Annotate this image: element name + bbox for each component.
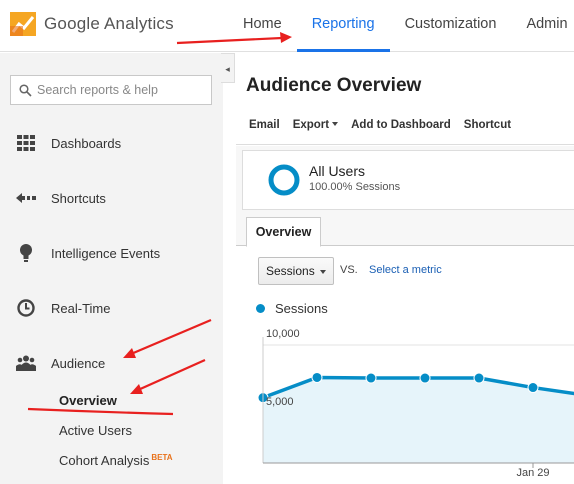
- sidebar-item-shortcuts[interactable]: Shortcuts: [0, 183, 223, 213]
- y-tick-label: 10,000: [266, 328, 300, 340]
- sidebar-subitem-active-users[interactable]: Active Users: [59, 423, 132, 438]
- export-button[interactable]: Export: [292, 118, 339, 131]
- chevron-down-icon: [320, 270, 326, 274]
- clock-icon: [16, 298, 36, 318]
- segment-name: All Users: [309, 163, 366, 179]
- sidebar-item-real-time[interactable]: Real-Time: [0, 293, 223, 323]
- sidebar-item-intelligence-events[interactable]: Intelligence Events: [0, 238, 223, 268]
- brand-name: Google Analytics: [44, 14, 174, 33]
- sidebar-item-label: Dashboards: [51, 135, 122, 151]
- legend-dot: [256, 304, 265, 313]
- nav-admin[interactable]: Admin: [511, 0, 574, 52]
- nav-home[interactable]: Home: [228, 0, 297, 52]
- series-area-sessions: [263, 377, 574, 463]
- top-bar: Google Analytics Home Reporting Customiz…: [0, 0, 574, 52]
- sidebar-item-dashboards[interactable]: Dashboards: [0, 128, 223, 158]
- data-point: [311, 371, 323, 383]
- grid-icon: [16, 133, 36, 153]
- vs-label: VS.: [340, 264, 358, 276]
- page-title: Audience Overview: [246, 75, 422, 96]
- lightbulb-icon: [16, 243, 36, 263]
- nav-reporting[interactable]: Reporting: [296, 0, 390, 52]
- segment-detail: 100.00% Sessions: [309, 181, 401, 193]
- x-tick-label: Jan 29: [516, 467, 549, 479]
- nav-customization[interactable]: Customization: [390, 0, 512, 52]
- data-point: [527, 382, 539, 394]
- sidebar-subitem-label: Cohort Analysis: [59, 453, 150, 468]
- sessions-chart: 10,000 5,000 Jan 29: [257, 328, 574, 479]
- shortcut-arrow-icon: [16, 188, 36, 208]
- search-input[interactable]: [37, 83, 207, 97]
- select-metric-link[interactable]: Select a metric: [369, 264, 442, 276]
- legend-label: Sessions: [275, 301, 328, 316]
- data-point: [473, 372, 485, 384]
- sidebar: Dashboards Shortcuts Intelligence Events: [0, 53, 223, 484]
- tab-overview[interactable]: Overview: [246, 217, 321, 247]
- email-button[interactable]: Email: [249, 119, 280, 131]
- main-content: Audience Overview Email Export Add to Da…: [236, 53, 574, 484]
- chart-legend: Sessions: [256, 301, 328, 316]
- data-point: [365, 372, 377, 384]
- sidebar-item-label: Shortcuts: [51, 190, 106, 206]
- beta-badge: BETA: [151, 453, 173, 462]
- sidebar-item-label: Real-Time: [51, 300, 111, 316]
- search-box[interactable]: [10, 75, 212, 105]
- metric-dropdown[interactable]: Sessions: [258, 257, 334, 285]
- sidebar-collapse-button[interactable]: ◂: [221, 53, 235, 83]
- data-point: [419, 372, 431, 384]
- y-tick-label: 5,000: [266, 396, 294, 408]
- sidebar-subitem-cohort-analysis[interactable]: Cohort Analysis BETA: [59, 453, 173, 468]
- export-label: Export: [292, 118, 330, 131]
- analytics-logo-icon: [10, 12, 36, 36]
- sidebar-item-audience[interactable]: Audience: [0, 348, 223, 378]
- sidebar-subitem-overview[interactable]: Overview: [59, 393, 117, 408]
- main-nav: Home Reporting Customization Admin: [228, 0, 574, 52]
- search-icon: [19, 83, 32, 97]
- add-to-dashboard-button[interactable]: Add to Dashboard: [351, 119, 451, 131]
- people-icon: [16, 353, 36, 373]
- segment-card[interactable]: All Users 100.00% Sessions: [242, 150, 574, 210]
- sidebar-item-label: Audience: [51, 355, 106, 371]
- sidebar-item-label: Intelligence Events: [51, 245, 161, 261]
- chevron-down-icon: [332, 122, 339, 127]
- report-tabs: Overview: [236, 216, 574, 247]
- brand-logo[interactable]: Google Analytics: [10, 12, 174, 36]
- shortcut-button[interactable]: Shortcut: [464, 119, 511, 131]
- report-toolbar: Email Export Add to Dashboard Shortcut: [236, 105, 574, 145]
- app-window: Google Analytics Home Reporting Customiz…: [0, 0, 574, 484]
- segment-bar: All Users 100.00% Sessions: [236, 146, 574, 216]
- metric-dropdown-value: Sessions: [266, 264, 315, 278]
- segment-ring-icon: [268, 164, 300, 196]
